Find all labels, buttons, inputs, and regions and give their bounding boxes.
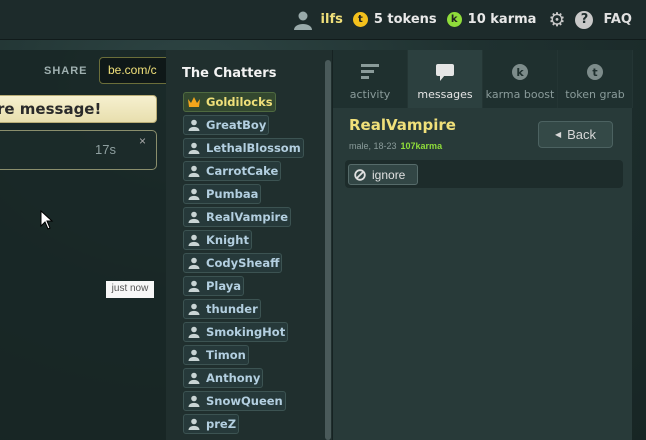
user-icon — [188, 188, 200, 200]
user-icon — [293, 11, 312, 30]
timestamp-tooltip: just now — [106, 281, 154, 298]
user-icon — [188, 142, 200, 154]
back-button[interactable]: ◀ Back — [538, 121, 613, 148]
user-icon — [188, 165, 200, 177]
username[interactable]: ilfs — [321, 12, 343, 27]
chatter-name: preZ — [206, 416, 237, 431]
chatter-item[interactable]: thunder — [183, 297, 304, 320]
chatter-name: SmokingHot — [206, 324, 286, 339]
user-icon — [188, 280, 200, 292]
chatter-host[interactable]: Goldilocks — [183, 90, 304, 113]
faq-link[interactable]: FAQ — [603, 12, 632, 27]
top-bar: ilfs t 5 tokens k 10 karma ⚙ ? FAQ — [0, 0, 646, 40]
chatter-name: Pumbaa — [206, 186, 259, 201]
activity-icon — [361, 64, 379, 79]
share-label: SHARE — [44, 65, 88, 77]
user-icon — [188, 349, 200, 361]
crown-icon — [188, 96, 200, 107]
messages-icon — [436, 63, 454, 81]
chatter-item[interactable]: preZ — [183, 412, 304, 435]
chatters-title: The Chatters — [182, 66, 277, 81]
chatter-name: Timon — [206, 347, 246, 362]
share-url-input[interactable]: be.com/c — [99, 57, 167, 84]
chatter-name: thunder — [206, 301, 258, 316]
chat-panel: SHARE be.com/c re message! 17s × just no… — [0, 50, 167, 440]
karma-boost-icon: k — [512, 64, 528, 80]
profile-karma: 107karma — [400, 141, 443, 151]
panel-tabs: activity messages k karma boost t token … — [333, 50, 633, 108]
karma-count: 10 karma — [467, 12, 537, 27]
help-icon[interactable]: ? — [575, 10, 594, 29]
user-icon — [188, 326, 200, 338]
chatter-name: CarrotCake — [206, 163, 279, 178]
chatter-list: Goldilocks GreatBoy LethalBlossom CarrotCa… — [183, 90, 304, 435]
chatters-scrollbar[interactable] — [325, 60, 331, 440]
chatter-item[interactable]: Pumbaa — [183, 182, 304, 205]
triangle-left-icon: ◀ — [554, 130, 562, 139]
user-icon — [188, 257, 200, 269]
profile-name: RealVampire — [349, 116, 456, 134]
user-icon — [188, 395, 200, 407]
tab-activity[interactable]: activity — [333, 50, 408, 108]
karma-icon: k — [446, 12, 462, 27]
chatter-item[interactable]: Timon — [183, 343, 304, 366]
message-banner[interactable]: re message! — [0, 95, 157, 123]
profile-actions: ignore — [345, 160, 623, 188]
mouse-cursor-icon — [40, 210, 54, 230]
chatter-item[interactable]: Playa — [183, 274, 304, 297]
user-icon — [188, 418, 200, 430]
tokens-display[interactable]: t 5 tokens — [352, 12, 437, 27]
message-notification[interactable]: 17s × — [0, 130, 157, 170]
message-time: 17s — [95, 142, 116, 157]
chatter-name: Anthony — [206, 370, 261, 385]
user-icon — [188, 303, 200, 315]
tab-karma-boost[interactable]: k karma boost — [483, 50, 558, 108]
user-icon — [188, 119, 200, 131]
block-icon — [354, 168, 366, 181]
chatter-item[interactable]: LethalBlossom — [183, 136, 304, 159]
profile-panel: activity messages k karma boost t token … — [332, 50, 633, 440]
chatters-panel: The Chatters Goldilocks GreatBoy LethalBl… — [166, 50, 332, 440]
chatter-item[interactable]: GreatBoy — [183, 113, 304, 136]
profile-demographics: male, 18-23 — [349, 141, 397, 151]
user-icon — [188, 234, 200, 246]
ignore-button[interactable]: ignore — [348, 164, 418, 185]
user-menu[interactable]: ilfs — [293, 10, 343, 30]
user-icon — [188, 211, 200, 223]
chatter-item[interactable]: Anthony — [183, 366, 304, 389]
profile-meta: male, 18-23 107karma — [349, 141, 442, 151]
karma-display[interactable]: k 10 karma — [446, 12, 537, 27]
chatter-name: Knight — [206, 232, 249, 247]
tokens-count: 5 tokens — [373, 12, 437, 27]
chatter-name: GreatBoy — [206, 117, 267, 132]
chatter-item[interactable]: SmokingHot — [183, 320, 304, 343]
close-icon[interactable]: × — [139, 134, 146, 148]
tab-token-grab[interactable]: t token grab — [558, 50, 633, 108]
chatter-name: Playa — [206, 278, 242, 293]
chatter-item[interactable]: CodySheaff — [183, 251, 304, 274]
chatter-name: CodySheaff — [206, 255, 280, 270]
token-grab-icon: t — [587, 64, 603, 80]
chatter-name: RealVampire — [206, 209, 289, 224]
chatter-name: SnowQueen — [206, 393, 283, 408]
user-icon — [188, 372, 200, 384]
chatter-item[interactable]: RealVampire — [183, 205, 304, 228]
token-icon: t — [352, 12, 368, 27]
tab-messages[interactable]: messages — [408, 50, 483, 108]
chatter-name: LethalBlossom — [206, 140, 301, 155]
chatter-item[interactable]: Knight — [183, 228, 304, 251]
gear-icon[interactable]: ⚙ — [548, 9, 565, 31]
chatter-item[interactable]: SnowQueen — [183, 389, 304, 412]
chatter-item[interactable]: CarrotCake — [183, 159, 304, 182]
